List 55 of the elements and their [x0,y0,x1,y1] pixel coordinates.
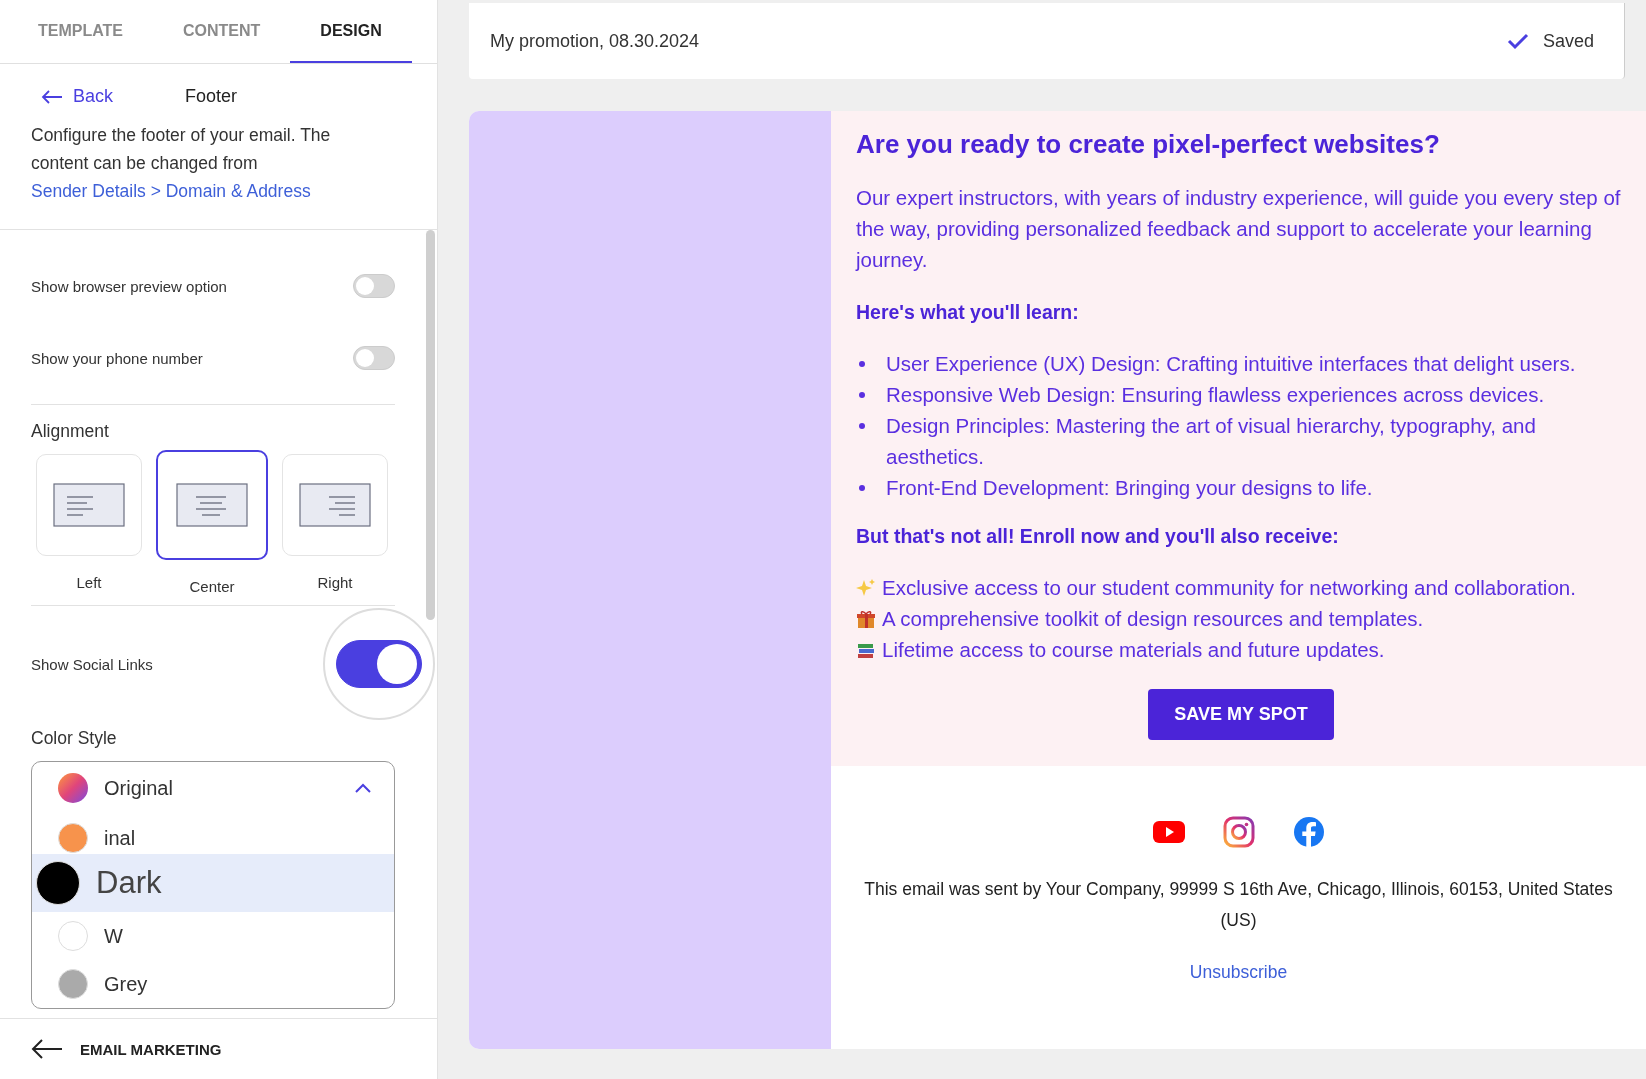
alignment-label: Right [317,574,353,591]
letter-f-icon[interactable] [1292,816,1325,848]
color-style-dropdown[interactable]: Original inal Dark W Grey [31,761,395,1009]
back-link[interactable]: Back [31,86,114,107]
gradient-swatch-icon [58,773,88,803]
sender-details-link[interactable]: Sender Details > Domain & Address [31,181,311,201]
gift-icon [856,608,876,629]
address-text: This email was sent by Your Company, 99999 S 16th Ave, Chicago, Illinois, 60153, United States (US) [863,878,1614,932]
cta-button[interactable]: SAVE MY SPOT [1148,689,1334,740]
back-arrow-icon [30,1038,64,1060]
description-text: Configure the footer of your email. The content can be changed from [31,124,332,175]
chevron-icon [354,782,372,794]
subheading: But that's not all! Enroll now and you'll also receive: [856,525,1340,548]
dropdown-option[interactable]: W [32,912,394,960]
bullet-icon [859,392,865,398]
toggle-switch[interactable] [336,640,422,688]
bullet-icon [859,423,865,429]
setting-label: Show your phone number [31,349,203,367]
email-marketing-link[interactable]: EMAIL MARKETING [80,1040,222,1058]
dropdown-option[interactable]: Grey [32,960,394,1008]
text-block-icon [53,483,125,527]
back-arrow-icon [41,88,63,105]
subheading: Here's what you'll learn: [856,301,1080,324]
list-item: Responsive Web Design: Ensuring flawless experiences across devices. [886,382,1545,408]
tab[interactable]: DESIGN [290,0,412,63]
bullet-icon [859,485,865,491]
alignment-label: Left [76,574,102,591]
sparkles-icon [856,577,876,598]
benefit-text: Lifetime access to course materials and future updates. [882,637,1385,663]
setting-label: Show browser preview option [31,277,227,295]
list-item: User Experience (UX) Design: Crafting intuitive interfaces that delight users. [886,351,1576,377]
email-heading: Are you ready to create pixel-perfect websites? [856,129,1441,160]
text-block-icon [299,483,371,527]
section-label: Alignment [31,421,110,442]
list-item: Design Principles: Mastering the art of visual hierarchy, typography, and aesthetics. [886,413,1537,470]
dropdown-value: Original [104,776,174,800]
camera-icon[interactable] [1222,816,1255,848]
save-status: Saved [1542,30,1594,52]
list-item: Front-End Development: Bringing your designs to life. [886,475,1373,501]
play-button-icon[interactable] [1152,820,1185,844]
scrollbar-thumb[interactable] [426,230,435,620]
benefit-text: A comprehensive toolkit of design resources and templates. [882,606,1424,632]
campaign-title: My promotion, 08.30.2024 [490,30,701,52]
intro-text: Our expert instructors, with years of industry experience, will guide you every step of the way, providing personalized feedback and support to accelerate your learning journey. [856,185,1622,273]
section-label: Color Style [31,728,118,749]
panel-title: Footer [185,86,238,107]
checkmark-icon [1506,32,1529,50]
unsubscribe-link[interactable]: Unsubscribe [1189,962,1288,983]
bullet-icon [859,361,865,367]
alignment-label: Center [189,578,235,595]
alignment-option[interactable] [156,450,268,560]
dropdown-option[interactable]: Dark [32,854,394,912]
setting-label: Show Social Links [31,655,153,673]
benefit-text: Exclusive access to our student community for networking and collaboration. [882,575,1576,601]
text-block-icon [176,483,248,527]
